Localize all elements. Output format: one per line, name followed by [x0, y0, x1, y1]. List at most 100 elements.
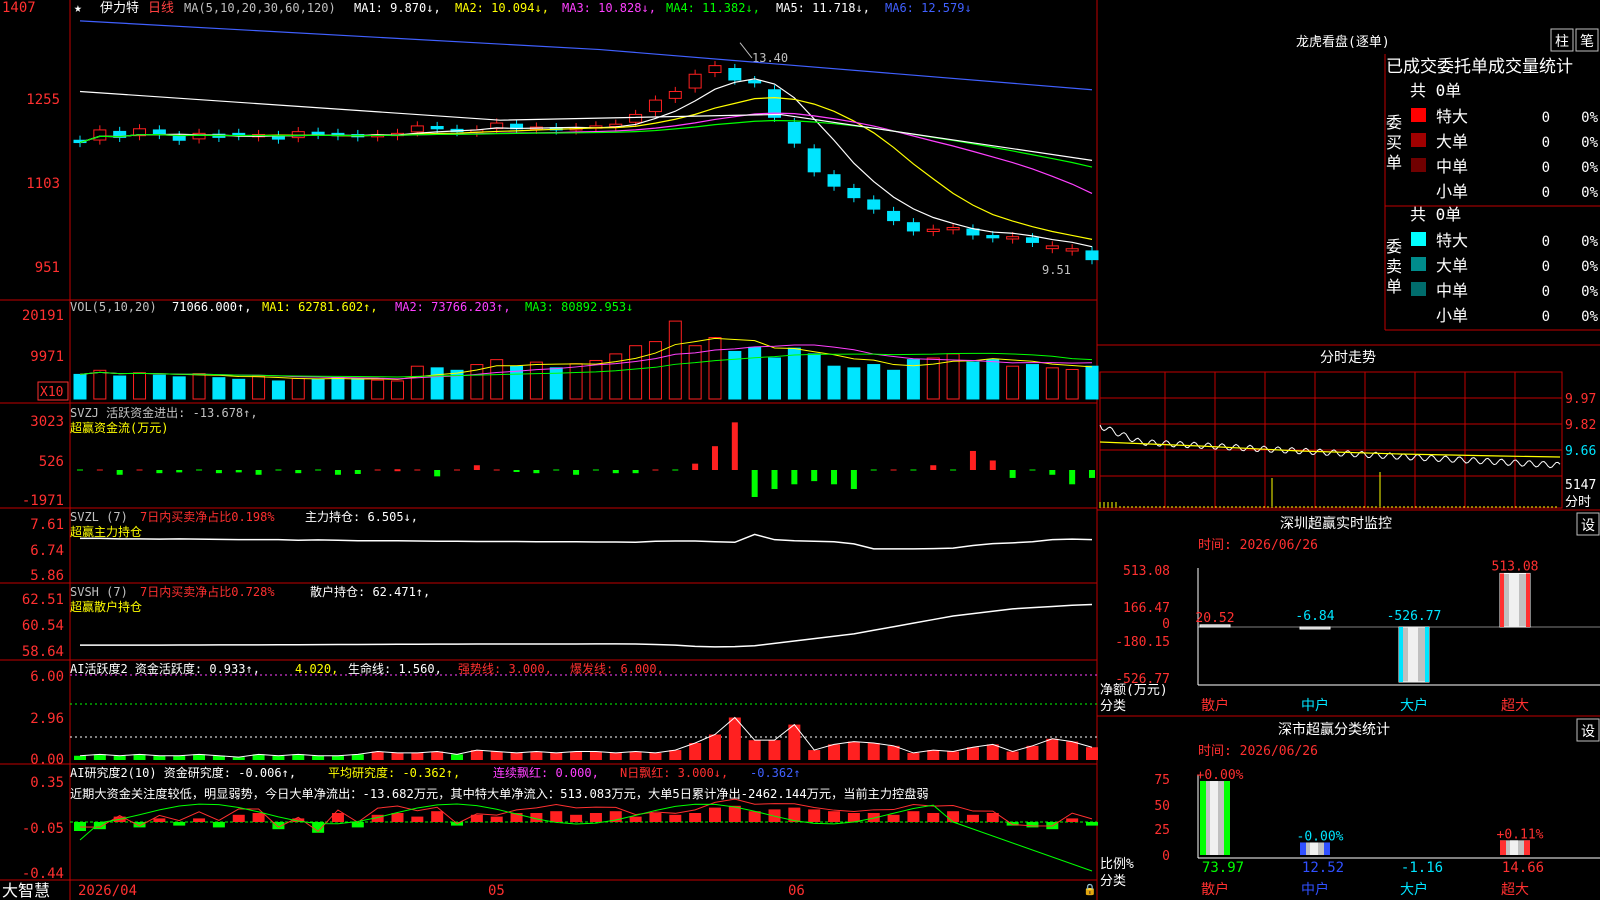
svzj-bar: [176, 470, 183, 473]
sz-stats-settings-label: 设: [1581, 724, 1595, 740]
volume-bar: [133, 372, 147, 400]
sz-stats-bar-highlight: [1510, 840, 1518, 855]
brand-label[interactable]: 大智慧: [2, 881, 50, 900]
vol-axis-mid: 9971: [30, 349, 64, 365]
svzj-bar: [334, 470, 341, 475]
svzj-bar: [811, 470, 818, 482]
sell-row-pct: 0%: [1581, 259, 1598, 275]
sell-orders-label-char: 单: [1386, 277, 1402, 296]
ai1-bars: [74, 716, 1098, 760]
ai2-bar: [212, 822, 225, 828]
svzj-bar: [711, 446, 718, 470]
buy-row-count: 0: [1542, 160, 1550, 176]
volume-bar: [648, 341, 662, 400]
volume-bar: [192, 373, 206, 400]
svzj-bar: [473, 465, 480, 470]
sz-stats-axis-tick: 75: [1154, 773, 1170, 788]
svsh-axis-top: 62.51: [22, 592, 64, 608]
sz-monitor-bar-edge: [1526, 573, 1530, 627]
ma4-value: MA4: 11.382↓,: [666, 1, 760, 15]
sz-monitor-time: 时间: 2026/06/26: [1198, 538, 1318, 553]
ma6-value: MA6: 12.579↓: [885, 1, 972, 15]
ai1-bar: [689, 743, 702, 760]
candle-body: [410, 125, 424, 133]
candle-body: [648, 99, 662, 113]
sell-orders-label-char: 卖: [1386, 257, 1402, 276]
ma1-value: MA1: 9.870↓,: [354, 1, 441, 15]
ai1-bar: [153, 755, 166, 760]
ai1-bar: [808, 750, 821, 760]
ai2-bar: [649, 813, 662, 822]
volume-bar: [966, 361, 980, 400]
svzj-bar: [989, 460, 996, 470]
sz-stats-chart: 75 50 25 0 +0.00% 73.97 散户 -0.00% 12.52 中户 -1.16 大户…: [1154, 768, 1600, 898]
ai1-bar: [708, 734, 721, 760]
sz-monitor-xtitle: 分类: [1100, 699, 1126, 714]
sell-row-name: 特大: [1436, 231, 1468, 250]
vol-value: 71066.000↑,: [172, 300, 251, 314]
ai2-bar: [947, 811, 960, 822]
volume-bar: [291, 378, 305, 400]
ai1-life: 生命线: 1.560,: [348, 661, 442, 676]
sell-row-count: 0: [1542, 259, 1550, 275]
candle-body: [906, 222, 920, 232]
volume-bar: [331, 377, 345, 400]
ai2-bar: [74, 822, 86, 831]
ai1-bar: [312, 755, 325, 760]
sz-monitor-title: 深圳超赢实时监控: [1280, 515, 1392, 532]
candle-body: [688, 73, 702, 89]
svsh-axis-mid: 60.54: [22, 618, 64, 634]
sz-stats-bar-edge: [1524, 840, 1530, 855]
axis-price-951: 951: [35, 260, 60, 276]
dragon-table: 委买单委卖单共 0单共 0单特大 0 0%大单 0 0%中单 0 0%小单 0 0%特大 0 0%大…: [1386, 81, 1599, 325]
ai1-bar: [828, 744, 841, 760]
ai2-bar: [1066, 818, 1079, 822]
ma5-value: MA5: 11.718↓,: [776, 1, 870, 15]
volume-bar: [1045, 367, 1059, 400]
buy-row-name: 中单: [1436, 157, 1468, 176]
stock-name[interactable]: 伊力特: [100, 1, 139, 16]
sz-stats-title: 深市超赢分类统计: [1278, 721, 1390, 738]
buy-row-swatch: [1411, 158, 1426, 172]
sz-monitor-bar-edge: [1399, 627, 1403, 682]
sell-row-swatch: [1411, 307, 1426, 321]
ai2-bar: [490, 816, 503, 822]
candle-body: [93, 129, 107, 141]
ai1-bar: [867, 743, 880, 760]
vol-ma2: MA2: 73766.203↑,: [395, 300, 511, 314]
volume-bar: [1065, 368, 1079, 400]
sz-stats-value-label: 14.66: [1502, 860, 1544, 876]
buy-row-pct: 0%: [1581, 185, 1598, 201]
period-label[interactable]: 日线: [148, 1, 174, 16]
high-pointer: [739, 42, 753, 59]
sz-monitor-value-label: -6.84: [1295, 609, 1334, 624]
buy-row-name: 小单: [1436, 182, 1468, 201]
sell-row-swatch: [1411, 232, 1426, 246]
buy-row-count: 0: [1542, 110, 1550, 126]
ai2-bar: [391, 813, 404, 822]
sz-stats-value-label: 73.97: [1202, 860, 1244, 876]
ai2-commentary: 近期大资金关注度较低，明显弱势，今日大单净流出：-13.682万元，其中特大单净…: [70, 786, 929, 801]
svzj-bar: [612, 470, 619, 474]
ai1-bar: [451, 754, 464, 760]
sell-row-pct: 0%: [1581, 309, 1598, 325]
ai1-bar: [530, 751, 543, 760]
lock-icon[interactable]: 🔒: [1083, 883, 1097, 896]
sz-monitor-bar-edge: [1425, 627, 1429, 682]
candle-body: [430, 125, 444, 130]
ai1-bar: [629, 751, 642, 760]
candle-body: [708, 65, 722, 74]
ma2-value: MA2: 10.094↓,: [455, 1, 549, 15]
svzj-bar: [850, 470, 857, 490]
ma6-line: [79, 20, 1093, 91]
ai2-bar: [589, 813, 602, 822]
candle-body: [728, 68, 742, 81]
volume-bar: [1025, 364, 1039, 400]
ai1-axis-mid: 2.96: [30, 711, 64, 727]
favorite-star-icon[interactable]: ★: [74, 1, 82, 16]
svzj-bar: [295, 470, 302, 474]
svzl-axis-mid: 6.74: [30, 543, 64, 559]
ai1-bar: [1086, 747, 1098, 760]
dragon-title: 龙虎看盘(逐单): [1296, 34, 1390, 50]
dragon-subtitle: 已成交委托单成交量统计: [1386, 57, 1573, 77]
